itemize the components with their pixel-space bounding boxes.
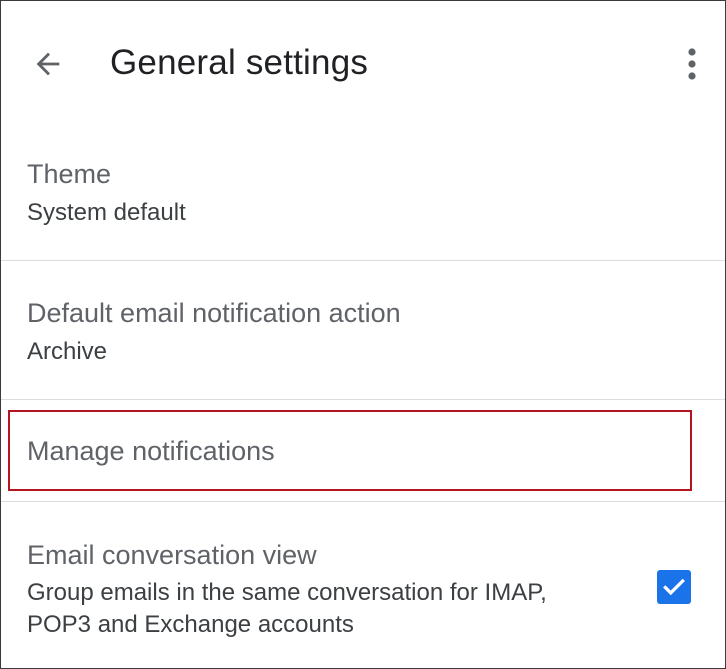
theme-label: Theme xyxy=(27,159,112,189)
theme-setting-row[interactable]: Theme System default xyxy=(1,125,725,260)
checkmark-icon xyxy=(663,578,685,596)
conversation-view-label: Email conversation view xyxy=(27,540,317,570)
conversation-view-description-line1: Group emails in the same conversation fo… xyxy=(27,579,547,606)
notification-action-setting-row[interactable]: Default email notification action Archiv… xyxy=(1,261,725,399)
arrow-left-icon xyxy=(36,52,60,76)
manage-notifications-label: Manage notifications xyxy=(27,436,275,466)
page-title: General settings xyxy=(110,43,369,82)
manage-notifications-row[interactable]: Manage notifications xyxy=(1,400,725,501)
more-vert-icon xyxy=(688,48,696,80)
app-bar: General settings xyxy=(1,1,725,125)
conversation-view-checkbox[interactable] xyxy=(657,570,691,604)
settings-screen: General settings Theme System default De… xyxy=(0,0,726,669)
notification-action-value: Archive xyxy=(27,338,108,365)
theme-value: System default xyxy=(27,199,186,226)
back-button[interactable] xyxy=(25,41,71,87)
notification-action-label: Default email notification action xyxy=(27,298,401,328)
conversation-view-setting-row[interactable]: Email conversation view Group emails in … xyxy=(1,502,725,668)
more-options-button[interactable] xyxy=(673,41,711,87)
conversation-view-description-line2: POP3 and Exchange accounts xyxy=(27,611,354,638)
